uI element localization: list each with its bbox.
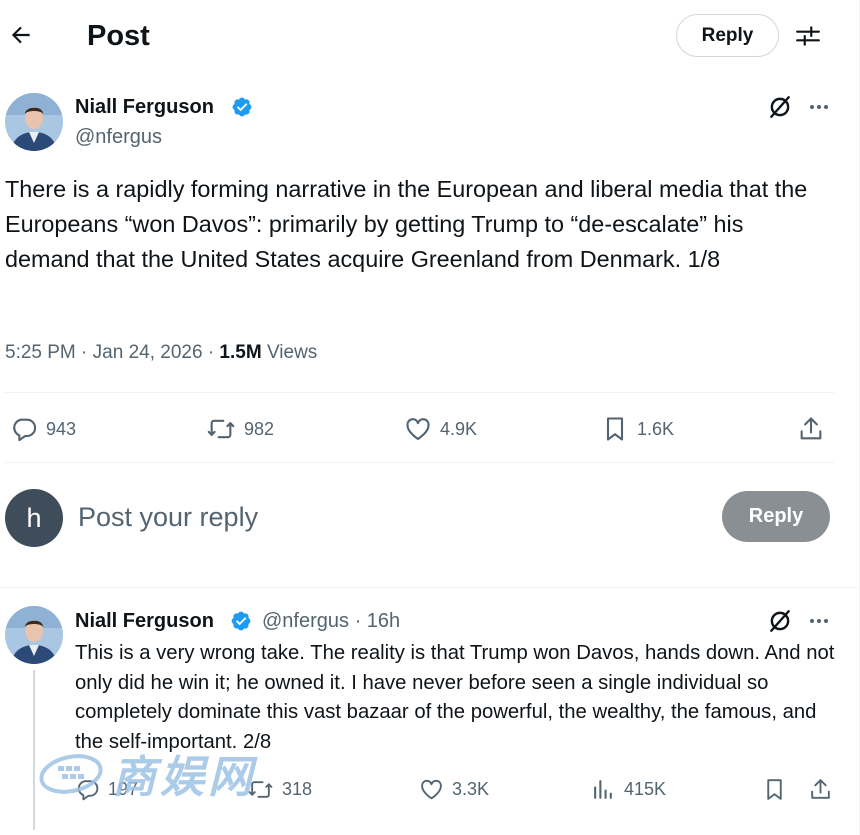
author-name[interactable]: Niall Ferguson (75, 95, 214, 119)
post-meta: 5:25 PM · Jan 24, 2026 · 1.5M Views (5, 340, 317, 366)
reply-handle-line: @nfergus · 16h (262, 609, 400, 633)
reply-like-action[interactable]: 3.3K (419, 772, 489, 806)
more-icon (810, 619, 828, 623)
share-icon (800, 417, 822, 440)
settings-button[interactable] (792, 20, 824, 52)
heart-icon (421, 779, 442, 799)
repost-action[interactable]: 982 (206, 412, 274, 446)
reply-repost-action[interactable]: 318 (247, 772, 312, 806)
reply-reply-action[interactable]: 197 (75, 772, 138, 806)
meta-separator: · (81, 342, 93, 363)
reply-submit-button[interactable]: Reply (722, 491, 830, 542)
divider (5, 462, 834, 463)
reply-count: 943 (46, 418, 77, 439)
more-button[interactable] (804, 92, 834, 122)
author-avatar[interactable] (5, 93, 63, 151)
reply-grok-button[interactable] (765, 606, 795, 636)
reply-text: This is a very wrong take. The reality i… (75, 642, 835, 753)
reply-share-action[interactable] (808, 772, 833, 806)
arrow-left-icon (11, 26, 30, 44)
back-button[interactable] (4, 18, 38, 52)
author-photo-icon (5, 93, 63, 151)
grok-icon (770, 96, 790, 118)
post-text: There is a rapidly forming narrative in … (5, 176, 808, 272)
divider (0, 587, 858, 588)
repost-count: 982 (244, 418, 275, 439)
repost-icon (248, 780, 273, 798)
reply-time[interactable]: 16h (367, 610, 400, 632)
author-handle[interactable]: @nfergus (75, 125, 162, 149)
header: Post Reply (0, 0, 858, 72)
page-title: Post (87, 20, 150, 52)
reply-author-avatar[interactable] (5, 606, 63, 664)
reply-repost-count: 318 (282, 778, 313, 799)
share-icon (811, 778, 830, 799)
reply-author-name[interactable]: Niall Ferguson (75, 609, 214, 633)
author-photo-icon (5, 606, 63, 664)
meta-separator: · (354, 610, 367, 632)
heart-icon (406, 418, 430, 440)
user-avatar[interactable]: h (5, 489, 63, 547)
sliders-icon (796, 26, 820, 46)
bookmark-icon (767, 778, 782, 800)
reply-views-count: 415K (624, 778, 667, 799)
reply-bookmark-action[interactable] (762, 772, 787, 806)
reply-author-handle[interactable]: @nfergus (262, 610, 349, 632)
reply-more-button[interactable] (804, 606, 834, 636)
views-count: 1.5M (219, 342, 262, 363)
comment-icon (77, 779, 99, 800)
reply-like-count: 3.3K (452, 778, 490, 799)
grok-button[interactable] (765, 92, 795, 122)
analytics-icon (594, 779, 612, 799)
divider (5, 392, 834, 393)
bookmark-action[interactable]: 1.6K (601, 412, 674, 446)
meta-separator: · (207, 342, 220, 363)
verified-badge-icon (232, 97, 252, 117)
comment-icon (13, 418, 37, 442)
more-icon (810, 105, 828, 109)
grok-icon (770, 610, 790, 632)
post-time[interactable]: 5:25 PM (5, 342, 76, 363)
reply-views-action[interactable]: 415K (591, 772, 666, 806)
thread-line (33, 670, 35, 830)
reply-reply-count: 197 (108, 778, 139, 799)
bookmark-count: 1.6K (637, 418, 675, 439)
like-action[interactable]: 4.9K (404, 412, 477, 446)
post-date[interactable]: Jan 24, 2026 (93, 342, 203, 363)
reply-action[interactable]: 943 (10, 412, 76, 446)
views-label: Views (266, 342, 318, 363)
share-action[interactable] (797, 412, 825, 446)
bookmark-icon (606, 417, 624, 441)
header-reply-button[interactable]: Reply (676, 14, 779, 57)
like-count: 4.9K (440, 418, 478, 439)
verified-badge-icon (231, 611, 251, 631)
repost-icon (207, 419, 235, 439)
reply-input[interactable] (78, 497, 678, 537)
